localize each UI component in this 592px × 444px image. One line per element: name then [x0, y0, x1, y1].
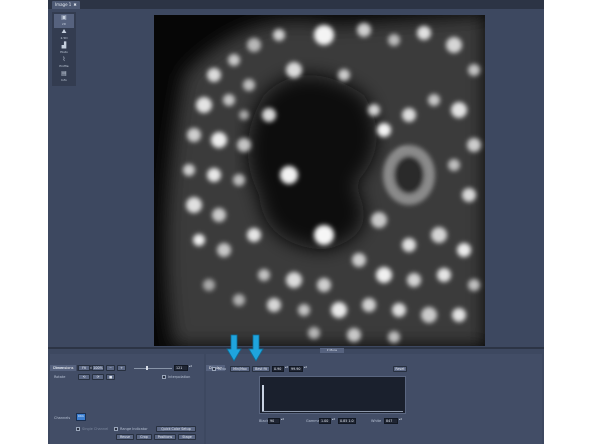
- rotate-left-button[interactable]: ⟲: [78, 374, 90, 380]
- range-indicator-label: Range Indicator: [120, 427, 148, 431]
- best-fit-value-field[interactable]: 0.90: [272, 366, 284, 372]
- interpolation-label: Interpolation: [168, 375, 191, 379]
- view-2-5d-label: 2.5D: [60, 36, 68, 40]
- best-fit-button[interactable]: Best fit: [252, 366, 270, 372]
- view-2d-button[interactable]: ▣ 2D: [54, 14, 74, 28]
- zoom-slider-handle[interactable]: [146, 366, 148, 370]
- display-panel-tabs: Display: [206, 354, 226, 371]
- view-profile-button[interactable]: ⌇ Profile: [54, 56, 74, 70]
- zoom-fit-button[interactable]: Fit: [78, 365, 90, 371]
- fluorescence-image: [154, 15, 485, 346]
- zoom-value-field[interactable]: 121: [174, 365, 188, 371]
- dimensions-panel: DimensionsGraphics Zoom Fit 100% − + 121…: [50, 354, 204, 444]
- histogram[interactable]: [259, 376, 406, 414]
- interpolation-checkbox[interactable]: [162, 375, 166, 379]
- best-fit-arrow-icon: [248, 334, 264, 362]
- zoom-in-button[interactable]: +: [117, 365, 126, 371]
- gamma-secondary-field[interactable]: 0.85 1.0: [338, 418, 356, 424]
- view-2-5d-button[interactable]: ⛰ 2.5D: [54, 28, 74, 42]
- view-profile-label: Profile: [59, 64, 69, 68]
- display-panel: Display Auto Min/Max Best fit 0.90 ▴▾ 99…: [206, 354, 542, 444]
- image-tab-label: Image 1: [55, 2, 72, 7]
- white-label: White: [371, 419, 382, 423]
- view-selector-sidebar: ▣ 2D ⛰ 2.5D ▟ Histo ⌇ Profile ▤ Info: [52, 12, 76, 86]
- zoom-label: Zoom: [54, 366, 65, 370]
- zoom-spinner-icon[interactable]: ▴▾: [189, 365, 192, 371]
- 2d-view-icon: ▣: [61, 14, 67, 21]
- auto-label: Auto: [218, 367, 227, 371]
- gamma-value-field[interactable]: 1.00: [319, 418, 331, 424]
- 2-5d-view-icon: ⛰: [61, 28, 67, 35]
- reset-button[interactable]: Reset: [393, 366, 407, 372]
- stage-button[interactable]: Stage: [178, 434, 196, 440]
- large-cell: [383, 145, 435, 205]
- view-info-button[interactable]: ▤ Info: [54, 70, 74, 84]
- channel-1-chip[interactable]: Ch1: [76, 413, 86, 421]
- profile-view-icon: ⌇: [62, 56, 66, 63]
- zen-application-window: Image 1 ✖ ▣ 2D ⛰ 2.5D ▟ Histo ⌇ Profile ▤…: [48, 0, 544, 444]
- channels-label: Channels: [54, 416, 71, 420]
- zoom-100-button[interactable]: 100%: [92, 365, 104, 371]
- white-value-field[interactable]: 847: [384, 418, 398, 424]
- crop-button[interactable]: Crop: [136, 434, 152, 440]
- black-spinner-icon[interactable]: ▴▾: [281, 418, 284, 424]
- percent-value-field[interactable]: 99.90: [289, 366, 303, 372]
- percent-spinner-icon[interactable]: ▴▾: [304, 366, 307, 372]
- dimensions-panel-tabs: DimensionsGraphics: [50, 354, 100, 371]
- info-view-icon: ▤: [61, 70, 67, 77]
- min-max-button[interactable]: Min/Max: [230, 366, 250, 372]
- view-2d-label: 2D: [61, 22, 67, 26]
- quick-color-setup-button[interactable]: Quick Color Setup: [156, 426, 196, 432]
- rotate-options-button[interactable]: ■: [106, 374, 115, 380]
- panel-splitter[interactable]: [48, 347, 544, 349]
- histogram-baseline: [262, 410, 403, 411]
- positions-button[interactable]: Positions: [154, 434, 176, 440]
- view-histo-label: Histo: [60, 50, 68, 54]
- document-tab-bar: Image 1 ✖: [48, 0, 544, 9]
- black-value-field[interactable]: 90: [268, 418, 280, 424]
- rotate-label: Rotate: [54, 375, 66, 379]
- rotate-right-button[interactable]: ⟳: [92, 374, 104, 380]
- single-channel-checkbox[interactable]: [76, 427, 80, 431]
- gamma-label: Gamma: [306, 419, 320, 423]
- image-tab[interactable]: Image 1 ✖: [52, 1, 80, 9]
- view-info-label: Info: [61, 78, 67, 82]
- auto-checkbox[interactable]: [212, 367, 216, 371]
- white-spinner-icon[interactable]: ▴▾: [399, 418, 402, 424]
- zoom-out-button[interactable]: −: [106, 365, 115, 371]
- microscopy-image-canvas[interactable]: [154, 15, 485, 346]
- gamma-spinner-icon[interactable]: ▴▾: [332, 418, 335, 424]
- best-fit-spinner-icon[interactable]: ▴▾: [285, 366, 288, 372]
- histogram-bar: [262, 385, 264, 411]
- zoom-slider[interactable]: [134, 368, 172, 369]
- reuse-button[interactable]: Reuse: [116, 434, 134, 440]
- view-histo-button[interactable]: ▟ Histo: [54, 42, 74, 56]
- more-button[interactable]: ▾ More: [320, 348, 344, 353]
- single-channel-label: Single Channel: [82, 427, 109, 431]
- range-indicator-checkbox[interactable]: [114, 427, 118, 431]
- histogram-view-icon: ▟: [61, 42, 67, 49]
- min-max-arrow-icon: [226, 334, 242, 362]
- close-tab-icon[interactable]: ✖: [73, 2, 76, 7]
